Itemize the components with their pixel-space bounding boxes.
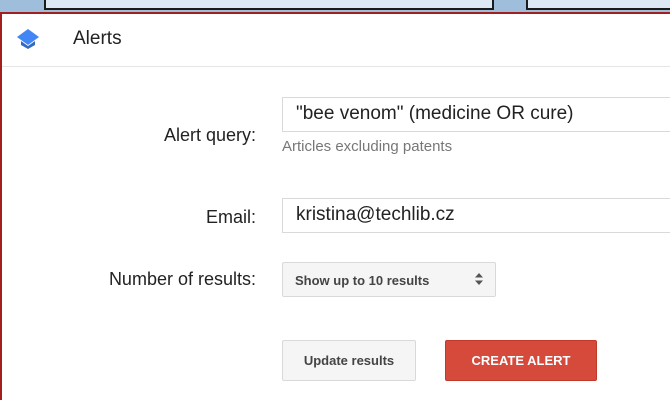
top-input-fragment[interactable] <box>44 0 494 10</box>
email-label: Email: <box>205 207 256 227</box>
alert-query-label: Alert query: <box>163 125 256 145</box>
update-results-button[interactable]: Update results <box>282 340 416 381</box>
alerts-header: Alerts <box>2 14 670 67</box>
number-of-results-select[interactable]: Show up to 10 results <box>282 262 496 297</box>
alerts-dialog: Alerts Alert query: "bee venom" (medicin… <box>0 12 670 400</box>
page-title: Alerts <box>73 28 122 49</box>
alert-query-hint: Articles excluding patents <box>282 138 453 155</box>
number-of-results-value: Show up to 10 results <box>295 273 430 288</box>
email-field[interactable]: kristina@techlib.cz <box>282 198 670 233</box>
top-button-fragment[interactable] <box>526 0 670 10</box>
create-alert-button[interactable]: CREATE ALERT <box>445 340 597 381</box>
scholar-cap-icon <box>17 29 39 49</box>
alert-query-input[interactable]: "bee venom" (medicine OR cure) <box>282 97 670 132</box>
number-of-results-label: Number of results: <box>108 269 256 289</box>
alerts-window: Alerts Alert query: "bee venom" (medicin… <box>0 0 670 400</box>
updown-arrows-icon <box>475 273 483 285</box>
